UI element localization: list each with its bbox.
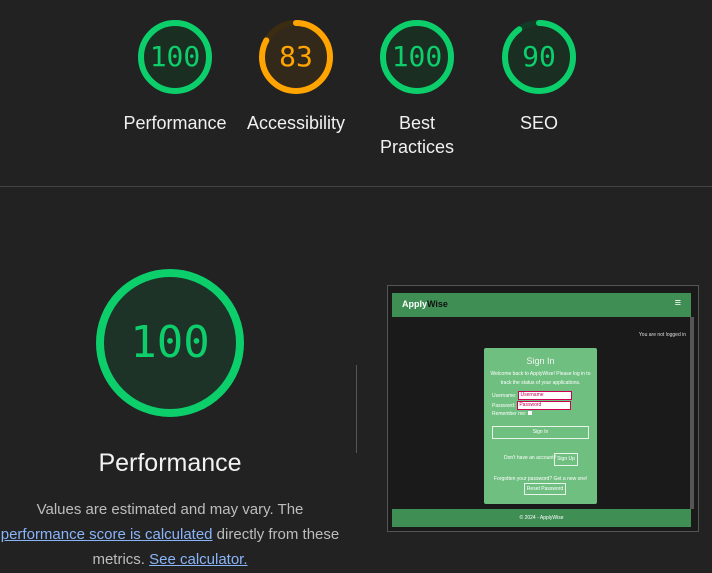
preview-signup-row: Don't have an account? bbox=[504, 455, 556, 461]
preview-remember-row: Remember me: bbox=[492, 411, 532, 417]
checkbox-icon bbox=[527, 411, 532, 415]
preview-login-status: You are not logged in bbox=[638, 332, 686, 338]
gauge-ring: 100 bbox=[377, 17, 457, 97]
see-calculator-link[interactable]: See calculator. bbox=[149, 551, 247, 568]
performance-description: Values are estimated and may vary. The p… bbox=[0, 497, 340, 572]
gauge-label: Performance bbox=[123, 113, 227, 133]
performance-score: 100 bbox=[130, 317, 210, 368]
gauge-score: 90 bbox=[522, 40, 556, 73]
gauge-seo[interactable]: 90 SEO bbox=[479, 17, 599, 135]
preview-welcome-text: Welcome back to ApplyWise! Please log in… bbox=[490, 371, 591, 386]
gauge-accessibility[interactable]: 83 Accessibility bbox=[236, 17, 356, 135]
brand-part: Apply bbox=[402, 299, 428, 309]
gauge-ring: 83 bbox=[256, 17, 336, 97]
gauge-score: 100 bbox=[391, 40, 443, 73]
forgot-text: Forgotten your password? Get a new one! bbox=[494, 476, 588, 482]
vertical-divider bbox=[356, 365, 357, 453]
username-input: Username bbox=[518, 391, 573, 400]
preview-signup-button: Sign Up bbox=[554, 453, 578, 466]
preview-brand: ApplyWise bbox=[402, 299, 448, 309]
section-divider bbox=[0, 186, 712, 187]
preview-scrollbar bbox=[690, 317, 694, 509]
gauge-label: Best Practices bbox=[379, 113, 455, 157]
username-label: Username: bbox=[492, 392, 517, 399]
preview-card-title: Sign In bbox=[526, 356, 555, 366]
final-screenshot[interactable]: ApplyWise ≡ You are not logged in Sign I… bbox=[387, 285, 699, 532]
preview-signin-card: Sign In Welcome back to ApplyWise! Pleas… bbox=[484, 348, 597, 504]
username-placeholder: Username bbox=[520, 392, 544, 398]
preview-password-row: Password: Password bbox=[492, 401, 572, 410]
gauge-performance[interactable]: 100 Performance bbox=[115, 17, 235, 135]
no-account-text: Don't have an account? bbox=[504, 455, 557, 461]
gauge-best-practices[interactable]: 100 Best Practices bbox=[357, 17, 477, 159]
gauge-label: Accessibility bbox=[246, 113, 346, 133]
desc-text: Values are estimated and may vary. The bbox=[36, 501, 304, 518]
brand-part: Wise bbox=[427, 299, 448, 309]
remember-label: Remember me: bbox=[492, 411, 527, 417]
gauge-ring: 100 bbox=[135, 17, 215, 97]
performance-gauge-large: 100 bbox=[95, 268, 245, 418]
preview-forgot-row: Forgotten your password? Get a new one! bbox=[494, 476, 587, 482]
gauge-score: 83 bbox=[279, 40, 313, 73]
gauge-label: SEO bbox=[519, 113, 558, 133]
hamburger-icon: ≡ bbox=[674, 297, 681, 309]
gauge-ring: 90 bbox=[499, 17, 579, 97]
performance-title: Performance bbox=[98, 449, 242, 477]
preview-navbar: ApplyWise ≡ bbox=[392, 293, 691, 317]
gauge-score: 100 bbox=[149, 40, 201, 73]
password-placeholder: Password bbox=[519, 402, 542, 408]
score-calculated-link[interactable]: performance score is calculated bbox=[1, 526, 213, 543]
password-label: Password: bbox=[492, 402, 516, 409]
password-input: Password bbox=[517, 401, 572, 410]
preview-signin-button: Sign In bbox=[492, 426, 589, 439]
preview-username-row: Username: Username bbox=[492, 391, 573, 400]
preview-footer: © 2024 - ApplyWise bbox=[392, 509, 691, 527]
preview-reset-button: Reset Password bbox=[524, 483, 566, 495]
